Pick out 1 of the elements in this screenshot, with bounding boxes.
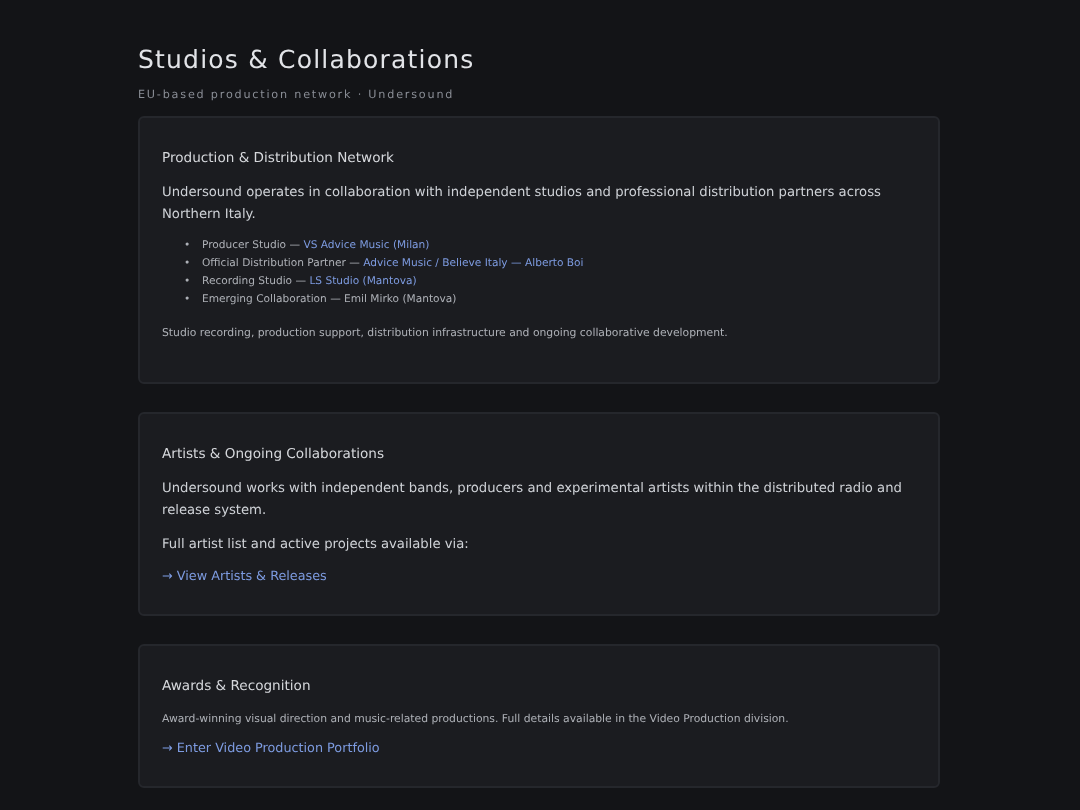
page-title: Studios & Collaborations [138,44,477,76]
